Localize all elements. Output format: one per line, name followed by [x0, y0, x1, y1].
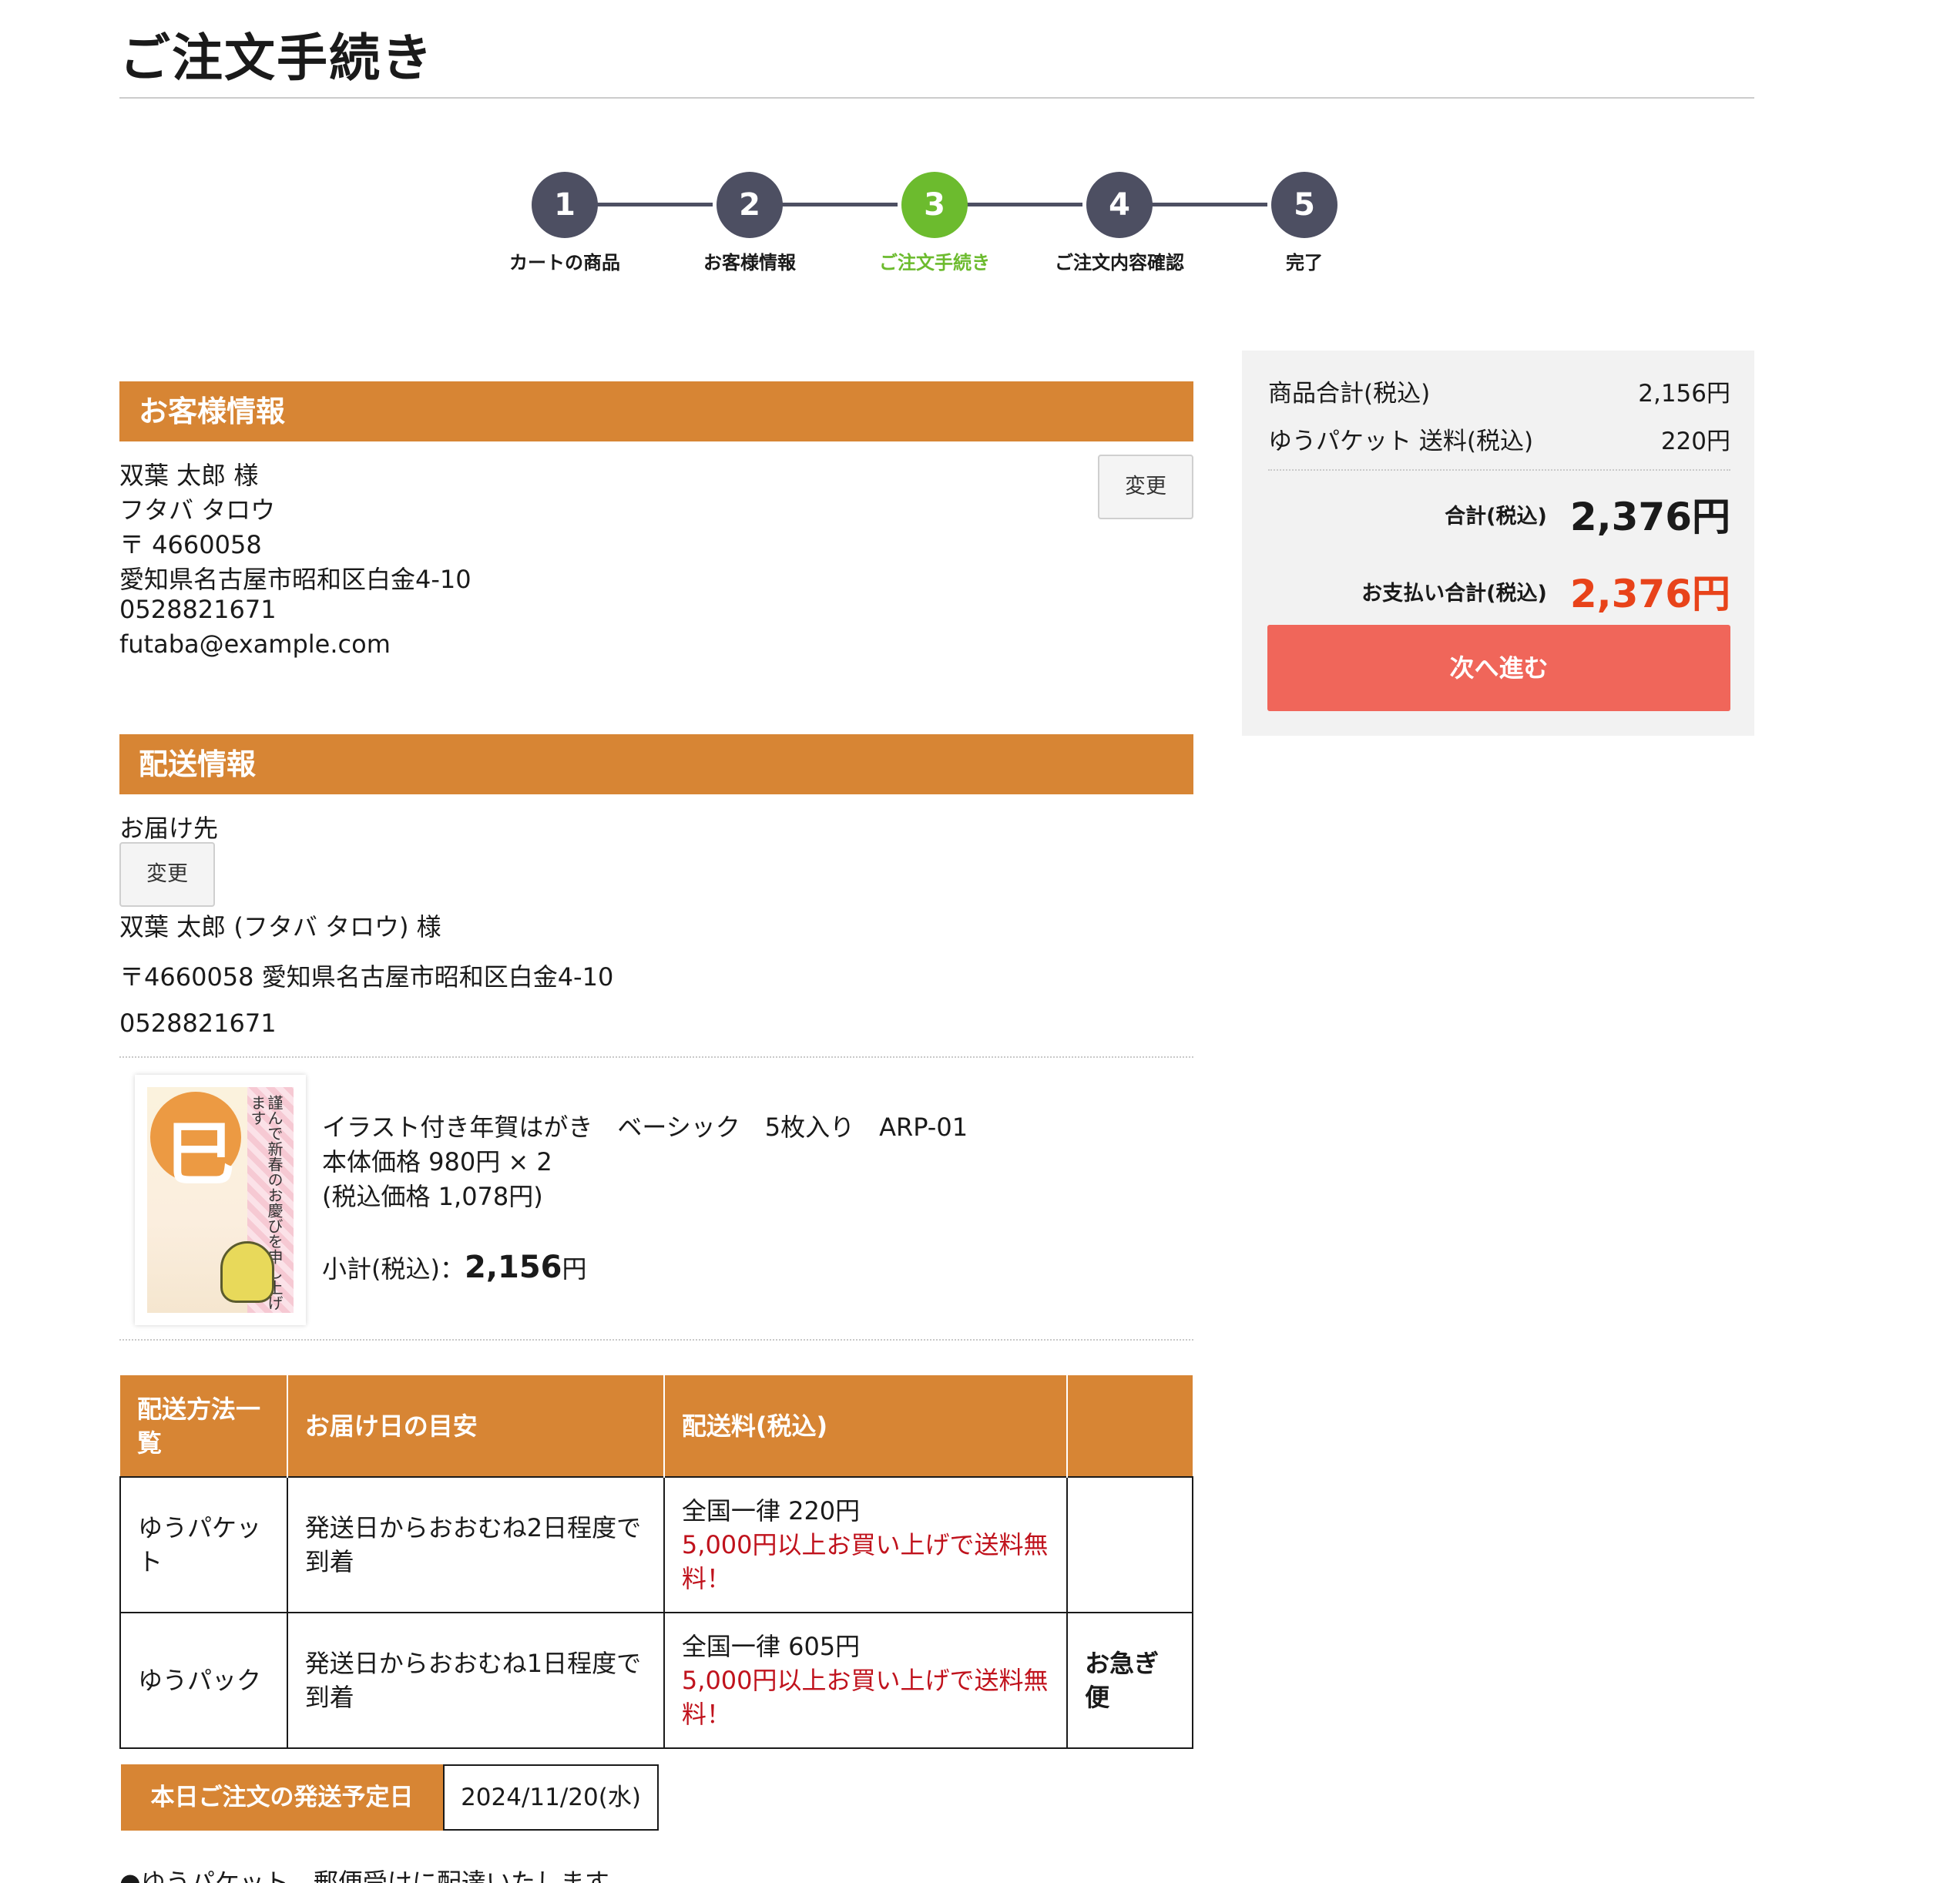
product-unit-price: 本体価格 980円 × 2 — [322, 1147, 552, 1176]
eta-cell: 発送日からおおむね2日程度で到着 — [286, 1476, 665, 1613]
payment-total-label: お支払い合計(税込) — [1361, 581, 1547, 606]
payment-total-value: 2,376円 — [1569, 572, 1730, 616]
shipping-note: ●ゆうパケット 郵便受けに配達いたします。 — [119, 1868, 632, 1883]
fee-cell: 全国一律 605円 5,000円以上お買い上げで送料無料！ — [663, 1612, 1069, 1749]
change-destination-button[interactable]: 変更 — [119, 842, 215, 907]
step-label: ご注文内容確認 — [1055, 252, 1184, 274]
snake-illustration — [220, 1241, 274, 1303]
payment-total-row: お支払い合計(税込) 2,376円 — [1361, 563, 1730, 619]
product-name: イラスト付き年賀はがき ベーシック 5枚入り ARP-01 — [322, 1113, 968, 1142]
fee-cell: 全国一律 220円 5,000円以上お買い上げで送料無料！ — [663, 1476, 1069, 1613]
customer-email: futaba@example.com — [119, 629, 391, 659]
items-total-label: 商品合計(税込) — [1268, 380, 1431, 408]
customer-info-header: お客様情報 — [119, 381, 1193, 441]
divider — [119, 1339, 1193, 1341]
subtotal-amount: 2,156 — [464, 1250, 562, 1285]
step-number: 3 — [901, 172, 968, 238]
column-header: 配送料(税込) — [663, 1375, 1069, 1477]
divider — [119, 1056, 1193, 1058]
step-label: ご注文手続き — [879, 252, 990, 274]
recipient-phone: 0528821671 — [119, 1009, 277, 1038]
grand-total-row: 合計(税込) 2,376円 — [1445, 486, 1730, 542]
delivery-info-header: 配送情報 — [119, 734, 1193, 794]
ship-date-value: 2024/11/20(水) — [443, 1764, 659, 1831]
grand-total-value: 2,376円 — [1569, 495, 1730, 539]
step-order-confirm: 4 ご注文内容確認 — [1027, 172, 1212, 274]
ship-date-label: 本日ご注文の発送予定日 — [121, 1764, 443, 1831]
step-number: 5 — [1271, 172, 1337, 238]
next-step-button[interactable]: 次へ進む — [1267, 625, 1730, 711]
customer-kana: フタバ タロウ — [119, 495, 276, 525]
product-subtotal: 小計(税込)：2,156円 — [322, 1250, 587, 1285]
grand-total-label: 合計(税込) — [1445, 504, 1547, 529]
shipping-method-cell: ゆうパケット — [119, 1476, 288, 1613]
shipping-fee-value: 220円 — [1660, 428, 1730, 455]
customer-postal: 〒 4660058 — [119, 530, 262, 559]
checkout-page: ご注文手続き 1 カートの商品 2 お客様情報 3 ご注文手続き 4 ご注文内容… — [0, 0, 1960, 1883]
step-order-procedure: 3 ご注文手続き — [842, 172, 1027, 274]
fee-value: 全国一律 220円 — [681, 1496, 861, 1526]
eta-cell: 発送日からおおむね1日程度で到着 — [286, 1612, 665, 1749]
product-thumbnail[interactable]: 巳 謹んで新春のお慶びを申し上げます — [135, 1075, 306, 1325]
recipient-address: 〒4660058 愛知県名古屋市昭和区白金4-10 — [119, 962, 614, 992]
step-number: 1 — [532, 172, 598, 238]
summary-divider — [1268, 469, 1730, 471]
free-shipping-note: 5,000円以上お買い上げで送料無料！ — [681, 1530, 1049, 1593]
order-summary-panel: 商品合計(税込) 2,156円 ゆうパケット 送料(税込) 220円 合計(税込… — [1242, 351, 1754, 736]
step-number: 2 — [717, 172, 783, 238]
customer-name: 双葉 太郎 様 — [119, 461, 259, 490]
customer-address: 愛知県名古屋市昭和区白金4-10 — [119, 565, 472, 594]
snake-kanji-glyph: 巳 — [166, 1113, 235, 1195]
table-row[interactable]: ゆうパケット 発送日からおおむね2日程度で到着 全国一律 220円 5,000円… — [119, 1476, 1193, 1613]
shipping-fee-label: ゆうパケット 送料(税込) — [1268, 428, 1534, 455]
subtotal-unit: 円 — [562, 1254, 587, 1284]
step-complete: 5 完了 — [1212, 172, 1397, 274]
checkout-stepper: 1 カートの商品 2 お客様情報 3 ご注文手続き 4 ご注文内容確認 5 完了 — [0, 0, 1960, 308]
shipping-method-table: 配送方法一覧 お届け日の目安 配送料(税込) ゆうパケット 発送日からおおむね2… — [119, 1375, 1193, 1749]
step-label: 完了 — [1286, 252, 1323, 274]
recipient-name: 双葉 太郎 (フタバ タロウ) 様 — [119, 912, 441, 942]
column-header — [1067, 1375, 1193, 1477]
column-header: お届け日の目安 — [287, 1375, 665, 1477]
tag-cell — [1066, 1476, 1193, 1613]
fee-value: 全国一律 605円 — [681, 1632, 861, 1661]
step-customer-info: 2 お客様情報 — [657, 172, 842, 274]
step-cart: 1 カートの商品 — [472, 172, 657, 274]
step-number: 4 — [1086, 172, 1153, 238]
items-total-value: 2,156円 — [1638, 380, 1730, 408]
table-header-row: 配送方法一覧 お届け日の目安 配送料(税込) — [120, 1375, 1193, 1477]
step-label: カートの商品 — [509, 252, 620, 274]
column-header: 配送方法一覧 — [120, 1375, 288, 1477]
customer-phone: 0528821671 — [119, 595, 277, 624]
change-customer-button[interactable]: 変更 — [1098, 455, 1193, 519]
destination-label: お届け先 — [119, 814, 219, 843]
step-label: お客様情報 — [703, 252, 796, 274]
express-tag-cell: お急ぎ便 — [1066, 1612, 1193, 1749]
free-shipping-note: 5,000円以上お買い上げで送料無料！ — [681, 1666, 1049, 1729]
nengajo-card-image: 巳 謹んで新春のお慶びを申し上げます — [147, 1087, 294, 1313]
shipping-method-cell: ゆうパック — [119, 1612, 288, 1749]
table-row[interactable]: ゆうパック 発送日からおおむね1日程度で到着 全国一律 605円 5,000円以… — [119, 1612, 1193, 1749]
product-tax-price: (税込価格 1,078円) — [322, 1182, 543, 1211]
subtotal-label: 小計(税込)： — [322, 1254, 465, 1284]
